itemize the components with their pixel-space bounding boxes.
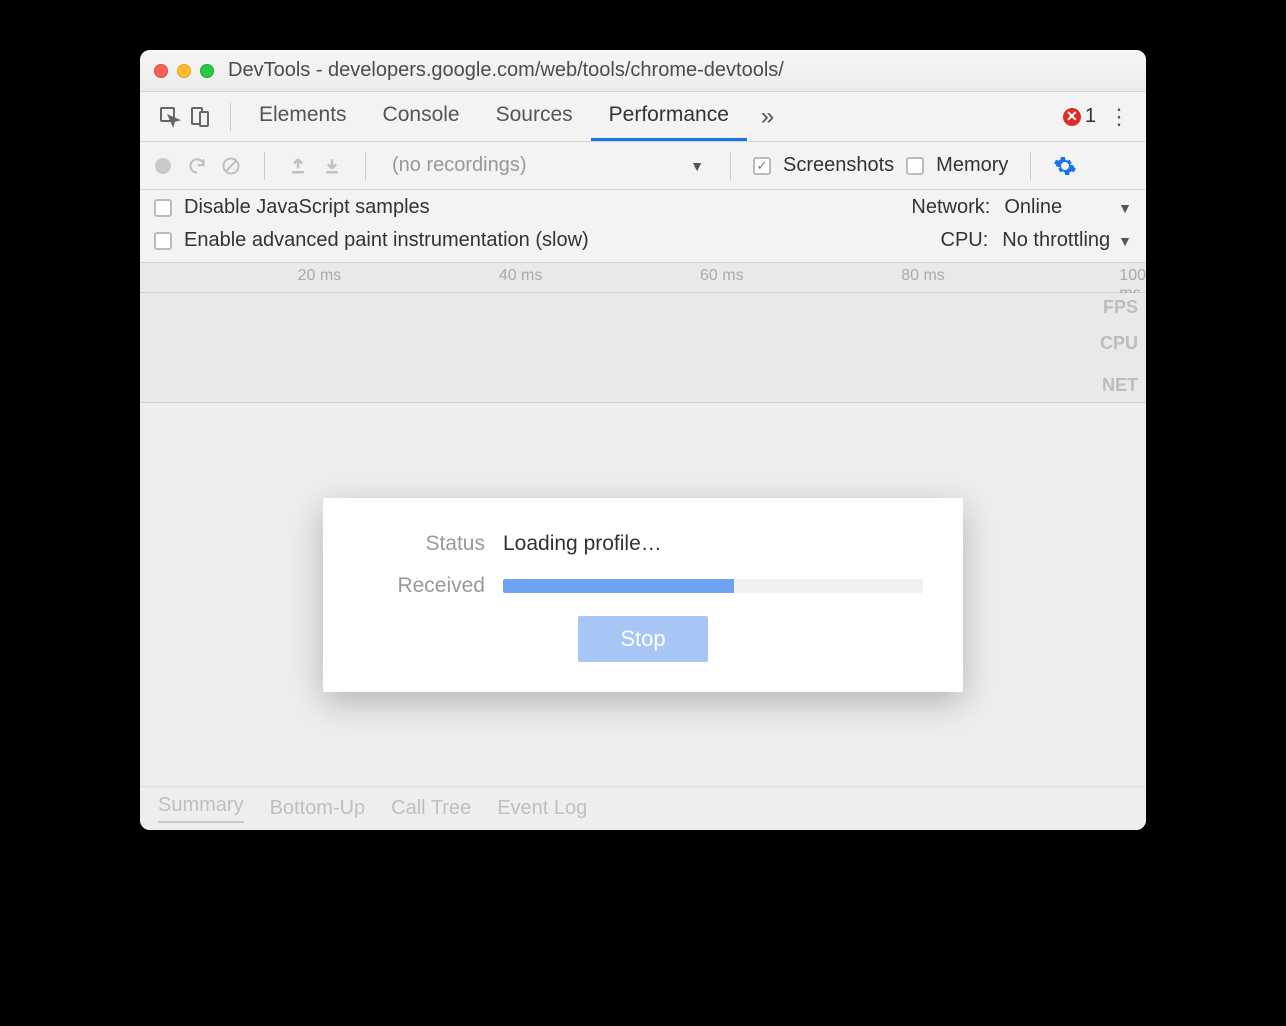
cpu-throttle-dropdown[interactable]: No throttling ▼ bbox=[1002, 229, 1132, 252]
disable-js-samples-checkbox[interactable] bbox=[154, 199, 172, 217]
recordings-placeholder: (no recordings) bbox=[392, 154, 527, 177]
paint-instrumentation-checkbox[interactable] bbox=[154, 232, 172, 250]
tab-elements[interactable]: Elements bbox=[241, 92, 365, 141]
tab-sources[interactable]: Sources bbox=[478, 92, 591, 141]
window-title: DevTools - developers.google.com/web/too… bbox=[228, 59, 784, 82]
received-progress-fill bbox=[503, 579, 734, 593]
received-progress-bar bbox=[503, 579, 923, 593]
memory-label: Memory bbox=[936, 154, 1008, 177]
divider bbox=[264, 152, 265, 180]
status-label: Status bbox=[363, 532, 503, 556]
error-count-badge[interactable]: ✕ 1 bbox=[1063, 105, 1096, 128]
details-tab-summary[interactable]: Summary bbox=[158, 794, 244, 823]
network-label: Network: bbox=[911, 196, 990, 219]
timeline-ruler: 20 ms 40 ms 60 ms 80 ms 100 ms bbox=[140, 263, 1146, 293]
ruler-tick: 80 ms bbox=[901, 267, 945, 285]
loading-profile-dialog: Status Loading profile… Received Stop bbox=[323, 498, 963, 692]
kebab-menu-icon[interactable]: ⋮ bbox=[1108, 104, 1130, 130]
details-tab-call-tree[interactable]: Call Tree bbox=[391, 797, 471, 820]
lane-cpu-label: CPU bbox=[1100, 333, 1138, 354]
devtools-window: DevTools - developers.google.com/web/too… bbox=[140, 50, 1146, 830]
cpu-label: CPU: bbox=[941, 229, 989, 252]
flame-chart-area: Status Loading profile… Received Stop bbox=[140, 403, 1146, 786]
ruler-tick: 60 ms bbox=[700, 267, 744, 285]
status-value: Loading profile… bbox=[503, 532, 923, 556]
details-tab-bottom-up[interactable]: Bottom-Up bbox=[270, 797, 366, 820]
titlebar: DevTools - developers.google.com/web/too… bbox=[140, 50, 1146, 92]
more-tabs-button[interactable]: » bbox=[747, 92, 788, 141]
performance-toolbar: (no recordings) ▼ Screenshots Memory bbox=[140, 142, 1146, 190]
divider bbox=[730, 152, 731, 180]
cpu-value: No throttling bbox=[1002, 229, 1110, 252]
chevron-double-right-icon: » bbox=[761, 103, 774, 131]
screenshots-label: Screenshots bbox=[783, 154, 894, 177]
network-throttle-dropdown[interactable]: Online ▼ bbox=[1004, 196, 1132, 219]
zoom-window-button[interactable] bbox=[200, 64, 214, 78]
clear-button[interactable] bbox=[220, 155, 242, 177]
device-toolbar-icon[interactable] bbox=[188, 105, 212, 129]
recordings-dropdown[interactable]: (no recordings) ▼ bbox=[388, 154, 708, 177]
load-profile-button[interactable] bbox=[287, 155, 309, 177]
tab-performance[interactable]: Performance bbox=[591, 92, 747, 141]
details-tabbar: Summary Bottom-Up Call Tree Event Log bbox=[140, 786, 1146, 830]
capture-settings-button[interactable] bbox=[1053, 154, 1077, 178]
inspect-element-icon[interactable] bbox=[158, 105, 182, 129]
disable-js-samples-label: Disable JavaScript samples bbox=[184, 196, 430, 219]
details-tab-event-log[interactable]: Event Log bbox=[497, 797, 587, 820]
ruler-tick: 20 ms bbox=[298, 267, 342, 285]
screenshots-checkbox[interactable] bbox=[753, 157, 771, 175]
divider bbox=[1030, 152, 1031, 180]
ruler-tick: 40 ms bbox=[499, 267, 543, 285]
minimize-window-button[interactable] bbox=[177, 64, 191, 78]
capture-settings-panel: Disable JavaScript samples Network: Onli… bbox=[140, 190, 1146, 263]
lane-fps-label: FPS bbox=[1103, 297, 1138, 318]
window-controls bbox=[154, 64, 214, 78]
close-window-button[interactable] bbox=[154, 64, 168, 78]
tab-console[interactable]: Console bbox=[365, 92, 478, 141]
chevron-down-icon: ▼ bbox=[690, 158, 704, 174]
record-button[interactable] bbox=[152, 155, 174, 177]
memory-checkbox[interactable] bbox=[906, 157, 924, 175]
save-profile-button[interactable] bbox=[321, 155, 343, 177]
lane-net-label: NET bbox=[1102, 375, 1138, 396]
network-value: Online bbox=[1004, 196, 1062, 219]
divider bbox=[365, 152, 366, 180]
divider bbox=[230, 103, 231, 131]
stop-button[interactable]: Stop bbox=[578, 616, 707, 662]
error-icon: ✕ bbox=[1063, 108, 1081, 126]
chevron-down-icon: ▼ bbox=[1118, 200, 1132, 216]
paint-instrumentation-label: Enable advanced paint instrumentation (s… bbox=[184, 229, 589, 252]
reload-record-button[interactable] bbox=[186, 155, 208, 177]
error-count: 1 bbox=[1085, 105, 1096, 128]
overview-lanes: FPS CPU NET bbox=[140, 293, 1146, 403]
received-label: Received bbox=[363, 574, 503, 598]
panel-tabbar: Elements Console Sources Performance » ✕… bbox=[140, 92, 1146, 142]
chevron-down-icon: ▼ bbox=[1118, 233, 1132, 249]
